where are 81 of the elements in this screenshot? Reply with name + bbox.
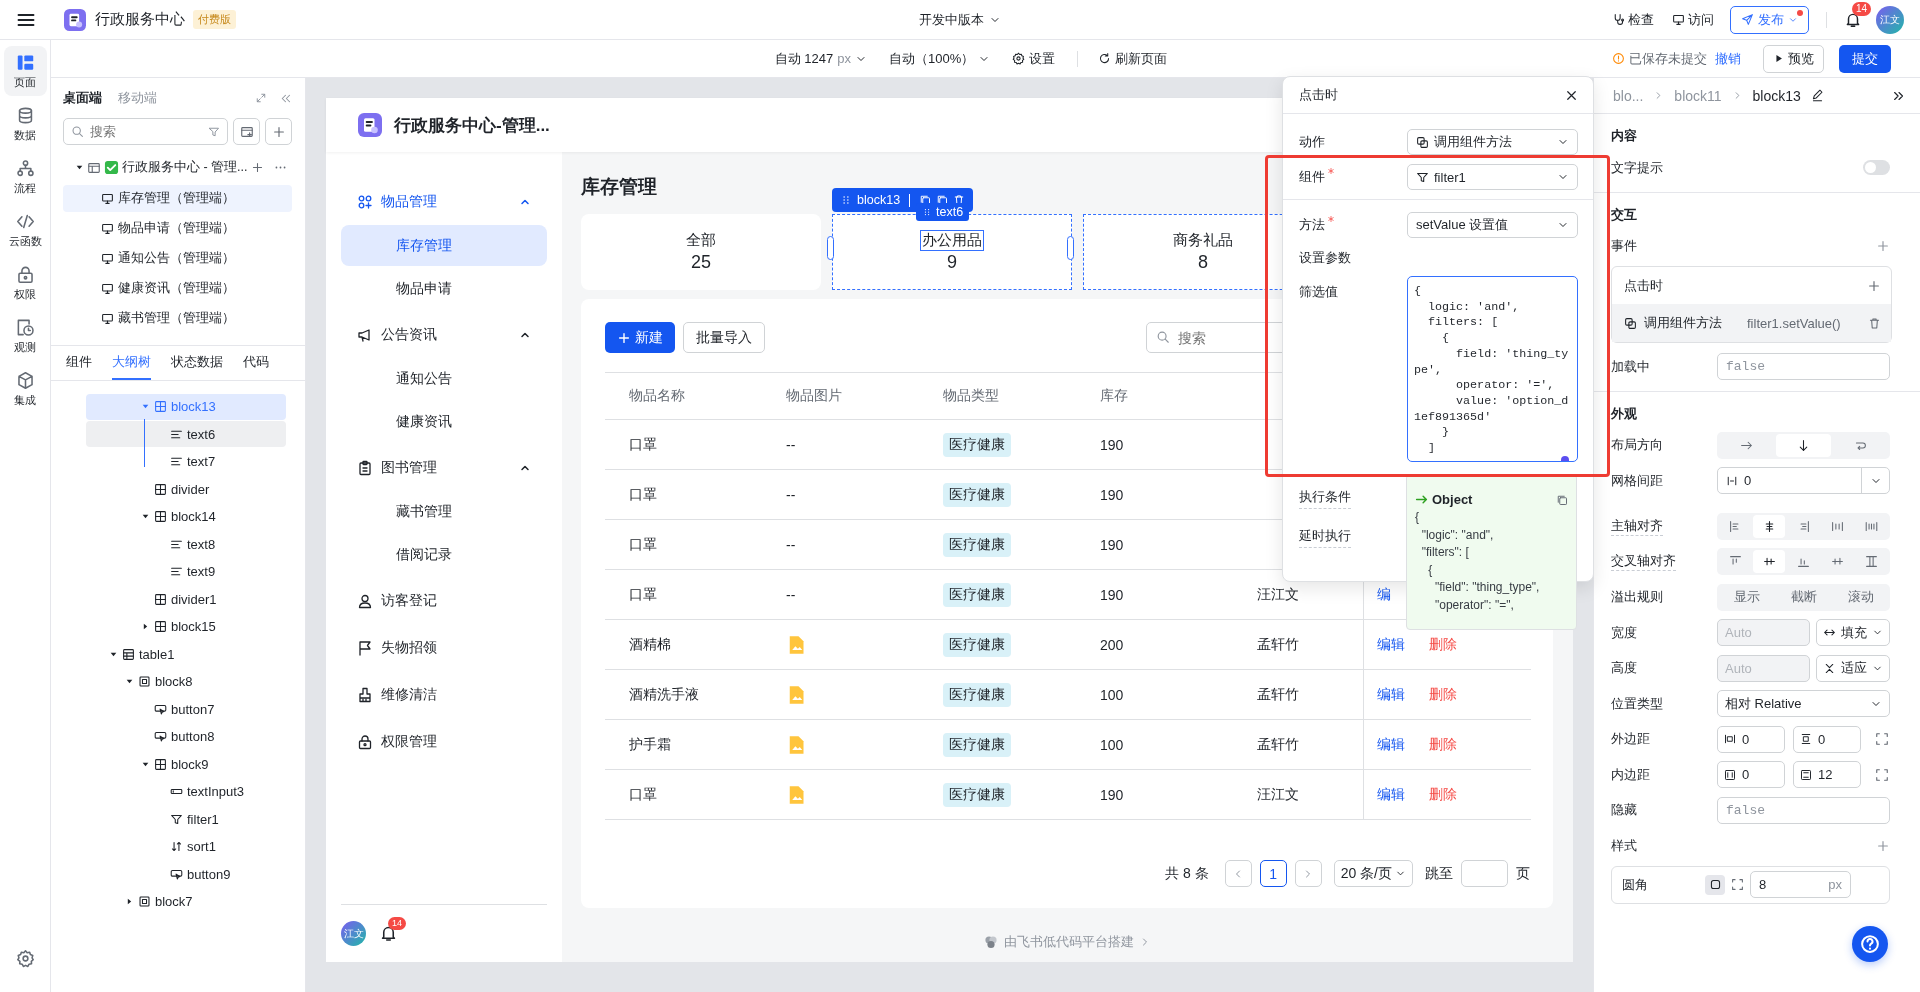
field-label: 动作	[1299, 133, 1325, 151]
section-title: 交互	[1611, 205, 1638, 224]
table-cell: --	[786, 536, 796, 553]
column-header: 物品名称	[628, 386, 686, 405]
result-text: { "logic": "and", "filters": [ { "field": "thing_type", "operator": "=",	[1415, 509, 1541, 614]
property-label: 宽度	[1611, 623, 1638, 642]
category-tag: 医疗健康	[943, 582, 1011, 607]
table-cell: --	[786, 486, 796, 503]
table-cell: --	[786, 436, 796, 453]
table-cell: 190	[1100, 536, 1124, 553]
table-cell: 孟轩竹	[1257, 735, 1299, 754]
table-cell: 酒精棉	[629, 635, 671, 654]
category-tag: 医疗健康	[943, 732, 1011, 757]
stat-value: 9	[947, 252, 957, 273]
popup-title: 点击时	[1299, 86, 1339, 104]
jump-label: 跳至	[1425, 864, 1453, 883]
section-title: 内容	[1611, 127, 1638, 145]
stat-value: 8	[1198, 252, 1208, 273]
property-label: 网格间距	[1611, 471, 1664, 490]
result-preview: Object { "logic": "and", "filters": [ { "field": "thing_type", "operator": "=",	[1406, 474, 1577, 630]
stat-value: 25	[691, 252, 711, 273]
table-cell: --	[786, 586, 796, 603]
category-tag: 医疗健康	[943, 632, 1011, 657]
property-label: 隐藏	[1611, 801, 1638, 820]
category-tag: 医疗健康	[943, 782, 1011, 807]
property-label: 主轴对齐	[1611, 516, 1663, 536]
table-cell: 口罩	[629, 585, 657, 604]
category-tag: 医疗健康	[943, 532, 1011, 557]
table-cell: 孟轩竹	[1257, 685, 1299, 704]
field-label: 延时执行	[1299, 527, 1351, 548]
table-cell: 汪江文	[1257, 785, 1299, 804]
property-label: 圆角	[1622, 875, 1649, 894]
table-cell: 口罩	[629, 485, 657, 504]
table-cell: 汪江文	[1257, 585, 1299, 604]
table-cell: 100	[1100, 686, 1124, 703]
save-status: 已保存未提交	[1629, 49, 1707, 68]
column-header: 库存	[1099, 386, 1129, 405]
stat-label: 办公用品	[921, 231, 983, 250]
event-name: 点击时	[1624, 276, 1663, 295]
field-label: 组件	[1299, 168, 1325, 186]
property-label: 事件	[1611, 237, 1638, 256]
app-title: 行政服务中心-管理...	[394, 114, 550, 137]
field-label: 执行条件	[1299, 488, 1351, 509]
section-title: 外观	[1611, 404, 1638, 423]
table-cell: 190	[1100, 436, 1124, 453]
table-cell: 190	[1100, 586, 1124, 603]
property-label: 溢出规则	[1611, 588, 1664, 607]
property-label: 交叉轴对齐	[1611, 552, 1676, 572]
property-label: 文字提示	[1611, 158, 1664, 177]
table-cell: 口罩	[629, 535, 657, 554]
page-suffix: 页	[1516, 864, 1530, 883]
stat-label: 全部	[685, 231, 717, 250]
category-tag: 医疗健康	[943, 682, 1011, 707]
column-header: 物品类型	[942, 386, 1000, 405]
property-label: 内边距	[1611, 765, 1651, 784]
table-cell: 190	[1100, 486, 1124, 503]
notification-badge: 14	[1852, 1, 1872, 16]
property-label: 高度	[1611, 659, 1638, 678]
table-cell: 护手霜	[629, 735, 671, 754]
property-label: 外边距	[1611, 730, 1651, 749]
property-label: 布局方向	[1611, 436, 1664, 455]
property-label: 样式	[1611, 836, 1638, 855]
field-label: 方法	[1299, 216, 1325, 234]
table-cell: 口罩	[629, 785, 657, 804]
table-cell: 酒精洗手液	[629, 685, 699, 704]
table-cell: 口罩	[629, 435, 657, 454]
table-cell: 200	[1100, 636, 1124, 653]
plan-badge: 付费版	[193, 10, 236, 29]
column-header: 物品图片	[785, 386, 843, 405]
stat-label: 商务礼品	[1172, 231, 1234, 250]
category-tag: 医疗健康	[943, 432, 1011, 457]
table-cell: 孟轩竹	[1257, 635, 1299, 654]
total-count: 共 8 条	[1165, 864, 1209, 883]
notification-badge: 14	[388, 917, 406, 930]
table-cell: 190	[1100, 786, 1124, 803]
property-label: 加载中	[1611, 357, 1651, 376]
page-title: 库存管理	[581, 176, 657, 198]
category-tag: 医疗健康	[943, 482, 1011, 507]
app-title: 行政服务中心	[95, 10, 185, 29]
property-label: 位置类型	[1611, 694, 1664, 713]
table-cell: 100	[1100, 736, 1124, 753]
